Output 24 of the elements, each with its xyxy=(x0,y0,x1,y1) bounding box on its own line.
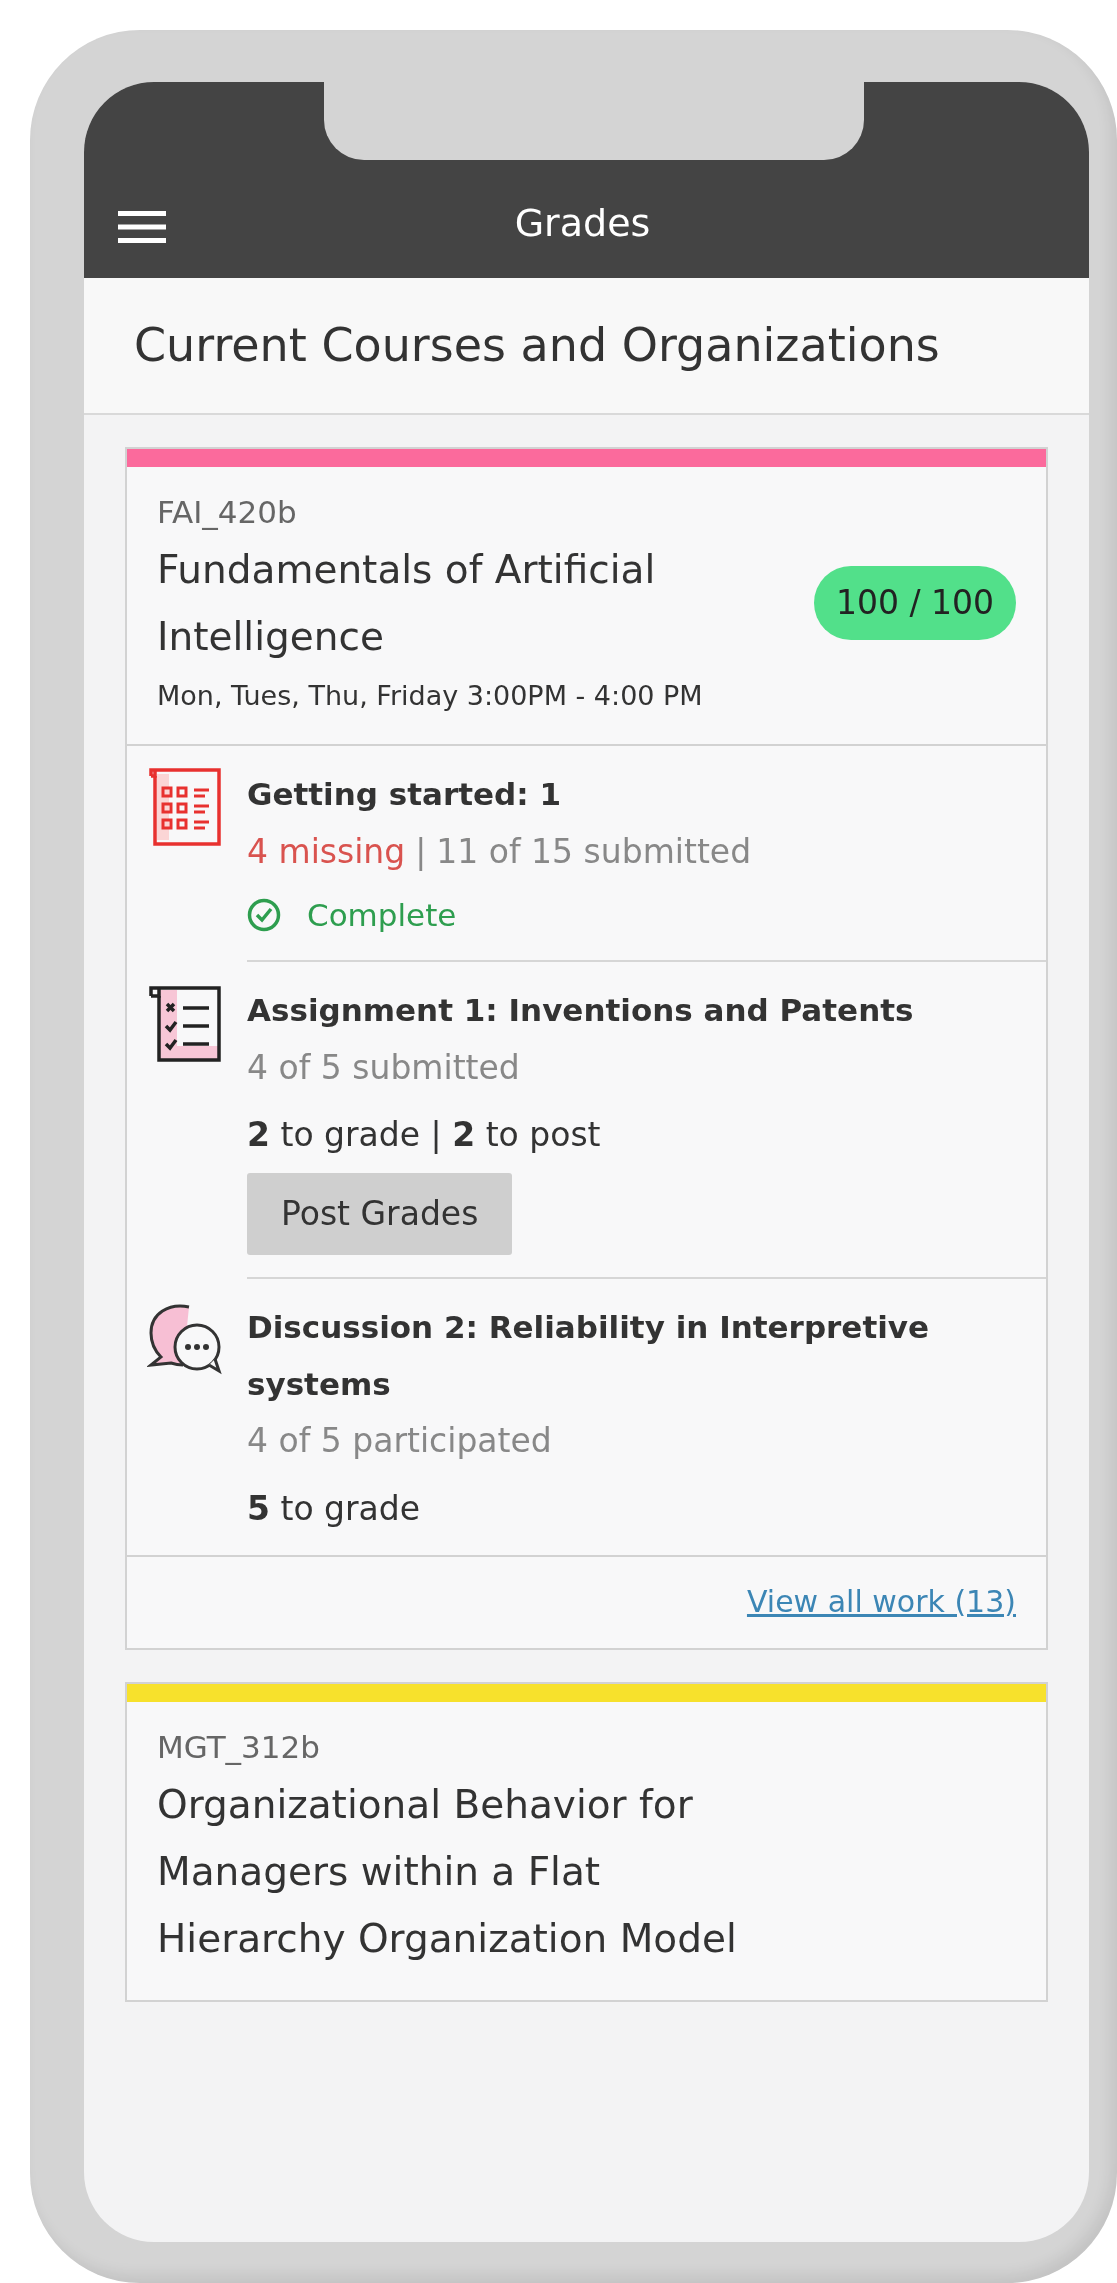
missing-count: 4 missing xyxy=(247,830,406,873)
separator: | xyxy=(415,830,427,873)
post-grades-button[interactable]: Post Grades xyxy=(247,1173,513,1255)
course-schedule: Mon, Tues, Thu, Friday 3:00PM - 4:00 PM xyxy=(157,678,704,713)
grade-badge: 100 / 100 xyxy=(813,566,1016,640)
page-heading: Current Courses and Organizations xyxy=(134,318,941,374)
course-code: MGT_312b xyxy=(157,1728,321,1767)
submission-status: 11 of 15 submitted xyxy=(436,830,752,873)
submission-status: 4 of 5 submitted xyxy=(247,1046,521,1089)
grading-count: 5 to grade xyxy=(247,1487,422,1530)
work-item-title[interactable]: Getting started: 1 xyxy=(247,766,1038,824)
submission-status: 4 of 5 participated xyxy=(247,1420,553,1463)
menu-icon[interactable] xyxy=(118,210,166,244)
course-code: FAI_420b xyxy=(157,493,298,533)
course-title[interactable]: Fundamentals of Artificial Intelligence xyxy=(157,535,790,670)
check-circle-icon xyxy=(247,898,281,933)
grading-count: 2 to grade | 2 to post xyxy=(247,1113,602,1156)
work-item-title[interactable]: Assignment 1: Inventions and Patents xyxy=(247,982,1038,1040)
completion-status: Complete xyxy=(307,895,457,935)
screen-title: Grades xyxy=(513,200,652,247)
course-title[interactable]: Organizational Behavior for Managers within a Flat Hierarchy Organization Model xyxy=(157,1770,797,1972)
gradebook-icon xyxy=(147,766,223,849)
work-item-title[interactable]: Discussion 2: Reliability in Interpretive systems xyxy=(247,1298,1038,1414)
view-all-link[interactable]: View all work (13) xyxy=(746,1584,1016,1619)
